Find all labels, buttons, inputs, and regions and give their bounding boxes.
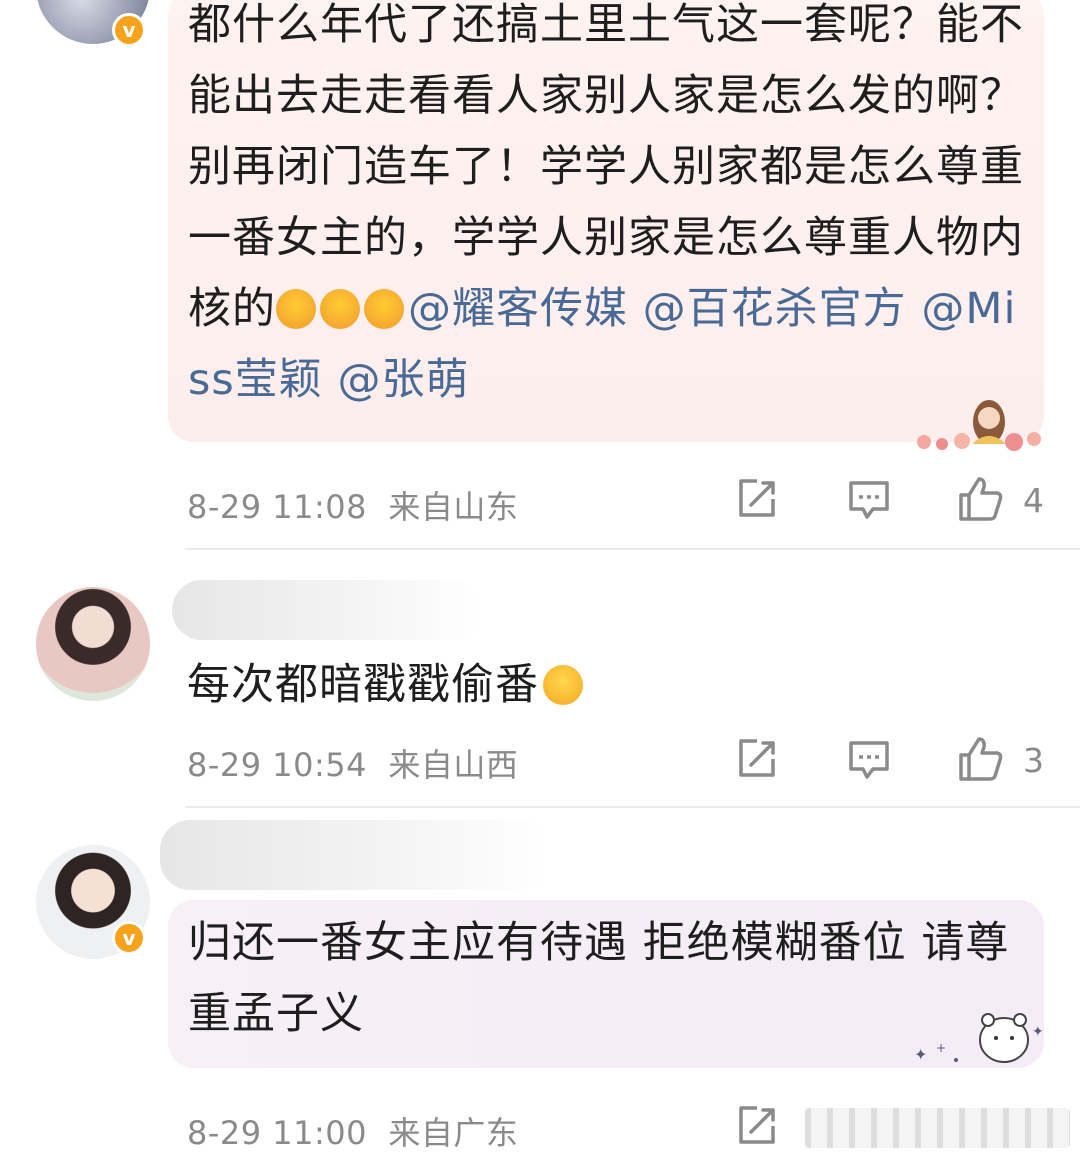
comment-item-1: v 都什么年代了还搞土里土气这一套呢？能不能出去走走看看人家别人家是怎么发的啊？… bbox=[0, 0, 1080, 550]
svg-text:✦: ✦ bbox=[1032, 1024, 1044, 1040]
hug-emoji bbox=[276, 284, 408, 334]
avatar[interactable] bbox=[36, 587, 150, 701]
comment-text: 每次都暗戳戳偷番 bbox=[187, 650, 587, 712]
svg-text:+: + bbox=[936, 1041, 946, 1055]
comment-meta: 8-29 11:08 来自山东 bbox=[187, 482, 518, 528]
comment-body: 每次都暗戳戳偷番 bbox=[187, 660, 539, 710]
comment-item-2: 每次都暗戳戳偷番 8-29 10:54 来自山西 3 bbox=[0, 550, 1080, 808]
sweat-smile-emoji bbox=[543, 665, 583, 705]
mention-link[interactable]: @百花杀官方 bbox=[643, 284, 907, 334]
redacted-actions bbox=[805, 1108, 1070, 1148]
mention-link[interactable]: @张萌 bbox=[337, 355, 469, 405]
svg-text:✦: ✦ bbox=[914, 1045, 927, 1064]
repost-icon[interactable] bbox=[735, 477, 779, 521]
comment-time: 8-29 11:00 bbox=[187, 1114, 368, 1152]
like-count: 3 bbox=[1023, 741, 1044, 780]
verified-badge-icon: v bbox=[112, 921, 146, 955]
comment-meta: 8-29 11:00 来自广东 bbox=[187, 1108, 518, 1154]
comment-location: 来自山东 bbox=[388, 488, 519, 526]
repost-icon[interactable] bbox=[735, 1104, 779, 1148]
username-redacted bbox=[172, 580, 482, 640]
comment-text: 都什么年代了还搞土里土气这一套呢？能不能出去走走看看人家别人家是怎么发的啊？别再… bbox=[188, 0, 1024, 416]
comment-meta: 8-29 10:54 来自山西 bbox=[187, 740, 518, 786]
comment-bubble: 归还一番女主应有待遇 拒绝模糊番位 请尊重孟子义 ✦ + ✦ bbox=[168, 900, 1044, 1068]
comment-time: 8-29 10:54 bbox=[187, 746, 368, 784]
comment-icon[interactable] bbox=[847, 477, 891, 521]
comment-actions bbox=[730, 1104, 1070, 1154]
comment-text: 归还一番女主应有待遇 拒绝模糊番位 请尊重孟子义 bbox=[188, 900, 1024, 1050]
comment-location: 来自山西 bbox=[388, 746, 519, 784]
decorative-sticker-icon bbox=[917, 400, 1041, 451]
like-icon[interactable] bbox=[957, 475, 1005, 523]
comment-icon[interactable] bbox=[847, 737, 891, 781]
comment-body: 归还一番女主应有待遇 拒绝模糊番位 请尊重孟子义 bbox=[188, 918, 1010, 1039]
comment-item-3: v 归还一番女主应有待遇 拒绝模糊番位 请尊重孟子义 ✦ + ✦ 8-29 11… bbox=[0, 808, 1080, 1155]
like-count: 4 bbox=[1023, 481, 1044, 520]
like-icon[interactable] bbox=[957, 735, 1005, 783]
comment-actions: 3 bbox=[730, 737, 1060, 787]
comment-actions: 4 bbox=[730, 477, 1060, 527]
comment-time: 8-29 11:08 bbox=[187, 488, 368, 526]
username-redacted bbox=[160, 820, 550, 890]
repost-icon[interactable] bbox=[735, 737, 779, 781]
mention-link[interactable]: @耀客传媒 bbox=[408, 284, 628, 334]
comment-location: 来自广东 bbox=[388, 1114, 519, 1152]
comment-bubble: 都什么年代了还搞土里土气这一套呢？能不能出去走走看看人家别人家是怎么发的啊？别再… bbox=[168, 0, 1044, 451]
verified-badge-icon: v bbox=[112, 13, 146, 47]
decorative-bear-sticker-icon: ✦ + ✦ bbox=[914, 1013, 1044, 1064]
